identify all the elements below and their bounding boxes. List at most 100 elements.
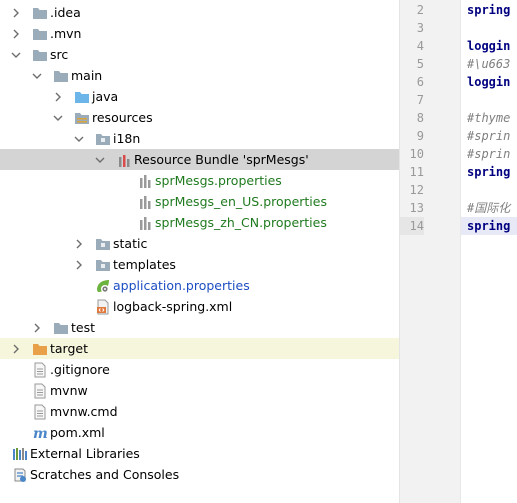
tree-item-label: sprMesgs_en_US.properties	[155, 194, 327, 209]
tree-item-gitignore[interactable]: .gitignore	[0, 359, 399, 380]
code-line[interactable]: loggin	[461, 37, 517, 55]
tree-item-label: .mvn	[50, 26, 82, 41]
code-line[interactable]: loggin	[461, 73, 517, 91]
tree-item-label: i18n	[113, 131, 141, 146]
line-number: 9	[416, 129, 424, 143]
tree-item-i18n[interactable]: i18n	[0, 128, 399, 149]
properties-icon	[137, 173, 153, 189]
tree-item-p3[interactable]: sprMesgs_zh_CN.properties	[0, 212, 399, 233]
chevron-down-icon[interactable]	[31, 65, 43, 86]
line-number: 14	[400, 217, 424, 235]
source-folder-icon	[74, 89, 90, 105]
tree-item-label: target	[50, 341, 89, 356]
tree-item-main[interactable]: main	[0, 65, 399, 86]
line-number: 2	[416, 3, 424, 17]
chevron-down-icon[interactable]	[94, 149, 106, 170]
package-folder-icon	[95, 236, 111, 252]
libraries-icon	[12, 446, 28, 462]
tree-item-label: templates	[113, 257, 176, 272]
properties-icon	[137, 194, 153, 210]
tree-item-label: .idea	[50, 5, 81, 20]
tree-item-appprops[interactable]: application.properties	[0, 275, 399, 296]
tree-item-label: application.properties	[113, 278, 250, 293]
chevron-down-icon[interactable]	[52, 107, 64, 128]
excluded-folder-icon	[32, 341, 48, 357]
chevron-right-icon[interactable]	[52, 86, 64, 107]
code-line[interactable]: #thyme	[461, 109, 517, 127]
chevron-right-icon[interactable]	[31, 317, 43, 338]
properties-icon	[137, 215, 153, 231]
tree-item-label: pom.xml	[50, 425, 105, 440]
tree-item-idea[interactable]: .idea	[0, 2, 399, 23]
text-file-icon	[32, 404, 48, 420]
tree-item-label: .gitignore	[50, 362, 110, 377]
tree-item-extlib[interactable]: External Libraries	[0, 443, 399, 464]
folder-icon	[53, 320, 69, 336]
tree-item-label: sprMesgs_zh_CN.properties	[155, 215, 327, 230]
code-line[interactable]: #国际化	[461, 199, 517, 217]
chevron-down-icon[interactable]	[73, 128, 85, 149]
svg-text:m: m	[33, 426, 48, 441]
code-line[interactable]	[461, 91, 517, 109]
tree-item-logback[interactable]: logback-spring.xml	[0, 296, 399, 317]
line-number: 3	[416, 21, 424, 35]
code-line[interactable]: spring	[461, 217, 517, 235]
tree-item-label: mvnw.cmd	[50, 404, 118, 419]
project-tree[interactable]: .idea .mvn src main java resources i18n Resourc…	[0, 0, 399, 503]
code-line[interactable]	[461, 19, 517, 37]
tree-item-scratches[interactable]: Scratches and Consoles	[0, 464, 399, 485]
code-line[interactable]	[461, 181, 517, 199]
chevron-right-icon[interactable]	[73, 233, 85, 254]
tree-item-mvnw[interactable]: mvnw	[0, 380, 399, 401]
resources-folder-icon	[74, 110, 90, 126]
chevron-right-icon[interactable]	[10, 23, 22, 44]
line-number: 7	[416, 93, 424, 107]
tree-item-label: logback-spring.xml	[113, 299, 233, 314]
tree-item-test[interactable]: test	[0, 317, 399, 338]
tree-item-pom[interactable]: m pom.xml	[0, 422, 399, 443]
chevron-right-icon[interactable]	[10, 338, 22, 359]
folder-icon	[32, 5, 48, 21]
tree-item-target[interactable]: target	[0, 338, 399, 359]
tree-item-resources[interactable]: resources	[0, 107, 399, 128]
xml-file-icon	[95, 299, 111, 315]
tree-item-static[interactable]: static	[0, 233, 399, 254]
line-number: 13	[409, 201, 424, 215]
tree-item-p1[interactable]: sprMesgs.properties	[0, 170, 399, 191]
line-number: 12	[409, 183, 424, 197]
tree-item-label: test	[71, 320, 96, 335]
tree-item-label: resources	[92, 110, 153, 125]
scratches-icon	[12, 467, 28, 483]
text-file-icon	[32, 383, 48, 399]
tree-item-label: main	[71, 68, 103, 83]
code-line[interactable]: spring	[461, 163, 517, 181]
line-number: 5	[416, 57, 424, 71]
code-line[interactable]: #sprin	[461, 127, 517, 145]
tree-item-bundle[interactable]: Resource Bundle 'sprMesgs'	[0, 149, 399, 170]
tree-item-mvnwcmd[interactable]: mvnw.cmd	[0, 401, 399, 422]
folder-icon	[53, 68, 69, 84]
code-line[interactable]: #\u663	[461, 55, 517, 73]
tree-item-label: Scratches and Consoles	[30, 467, 180, 482]
code-line[interactable]: #sprin	[461, 145, 517, 163]
tree-item-label: static	[113, 236, 148, 251]
folder-icon	[32, 26, 48, 42]
tree-item-p2[interactable]: sprMesgs_en_US.properties	[0, 191, 399, 212]
tree-item-java[interactable]: java	[0, 86, 399, 107]
tree-item-label: java	[92, 89, 119, 104]
package-folder-icon	[95, 257, 111, 273]
tree-item-src[interactable]: src	[0, 44, 399, 65]
chevron-right-icon[interactable]	[73, 254, 85, 275]
chevron-right-icon[interactable]	[10, 2, 22, 23]
package-folder-icon	[95, 131, 111, 147]
maven-icon: m	[32, 425, 48, 441]
tree-item-templates[interactable]: templates	[0, 254, 399, 275]
line-number: 10	[409, 147, 424, 161]
tree-item-label: sprMesgs.properties	[155, 173, 282, 188]
text-file-icon	[32, 362, 48, 378]
chevron-down-icon[interactable]	[10, 44, 22, 65]
code-line[interactable]: spring	[461, 1, 517, 19]
tree-item-mvn[interactable]: .mvn	[0, 23, 399, 44]
line-number: 6	[416, 75, 424, 89]
line-number: 8	[416, 111, 424, 125]
